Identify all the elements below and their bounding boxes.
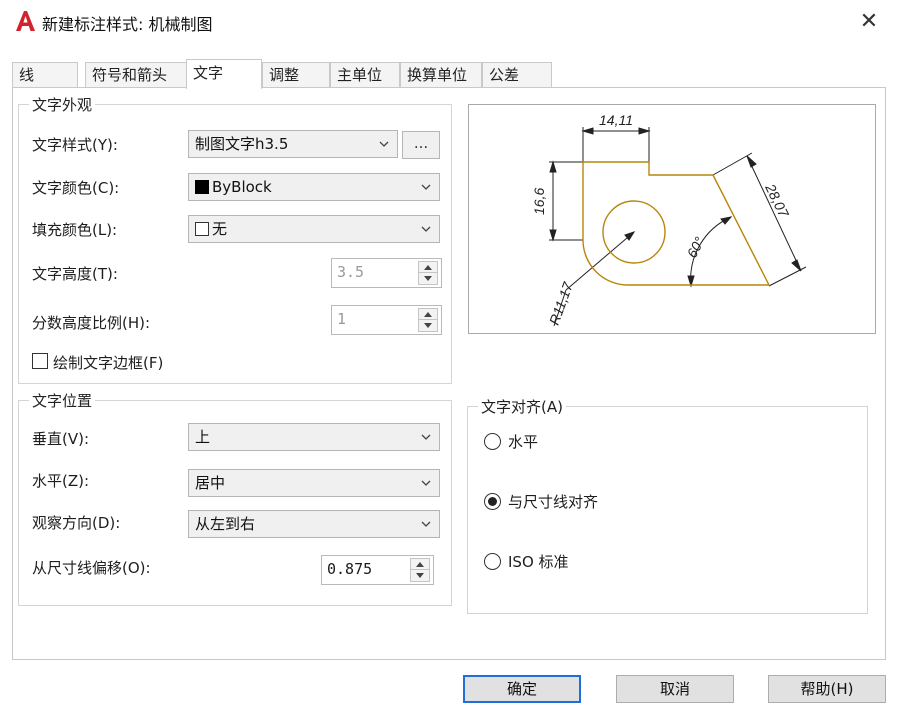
- spin-up-button[interactable]: [419, 309, 437, 320]
- offset-value[interactable]: 0.875: [327, 560, 372, 578]
- title-bar: 新建标注样式: 机械制图 ✕: [0, 0, 898, 44]
- spin-down-button[interactable]: [419, 273, 437, 284]
- autocad-logo-icon: [16, 11, 35, 31]
- tab-tolerances[interactable]: 公差: [482, 62, 552, 88]
- tab-lines[interactable]: 线: [12, 62, 78, 88]
- dim-right-label: 28,07: [762, 180, 793, 220]
- text-color-value: ByBlock: [212, 178, 272, 196]
- fill-color-select[interactable]: 无: [188, 215, 440, 243]
- tab-text[interactable]: 文字: [186, 59, 262, 89]
- align-iso-radio[interactable]: [484, 553, 501, 570]
- preview-drawing: 14,11 16,6 28,07 60° R11,17: [531, 112, 807, 327]
- close-button[interactable]: ✕: [854, 8, 884, 36]
- color-swatch-icon: [195, 180, 209, 194]
- chevron-down-icon: [421, 184, 431, 190]
- spin-down-button[interactable]: [419, 320, 437, 331]
- dim-radius-label: R11,17: [546, 279, 577, 327]
- chevron-down-icon: [421, 226, 431, 232]
- text-style-label: 文字样式(Y):: [32, 136, 118, 154]
- arrow-up-icon: [424, 265, 432, 270]
- arrow-down-icon: [424, 323, 432, 328]
- spinner-buttons: [410, 558, 430, 582]
- fill-color-value: 无: [212, 220, 228, 238]
- fraction-height-value: 1: [337, 310, 347, 328]
- vertical-value: 上: [195, 428, 211, 446]
- offset-label: 从尺寸线偏移(O):: [32, 559, 151, 577]
- fraction-height-spinner[interactable]: 1: [331, 305, 442, 335]
- draw-frame-label: 绘制文字边框(F): [53, 354, 164, 372]
- spinner-buttons: [418, 308, 438, 332]
- help-button[interactable]: 帮助(H): [768, 675, 886, 703]
- arrow-up-icon: [416, 562, 424, 567]
- arrow-down-icon: [416, 573, 424, 578]
- text-style-browse-button[interactable]: ...: [402, 131, 440, 159]
- view-direction-label: 观察方向(D):: [32, 514, 121, 532]
- tab-fit[interactable]: 调整: [262, 62, 330, 88]
- view-direction-select[interactable]: 从左到右: [188, 510, 440, 538]
- text-placement-title: 文字位置: [29, 390, 96, 411]
- vertical-label: 垂直(V):: [32, 430, 90, 448]
- tab-symbols-arrows[interactable]: 符号和箭头: [85, 62, 187, 88]
- spinner-buttons: [418, 261, 438, 285]
- fraction-height-label: 分数高度比例(H):: [32, 314, 151, 332]
- align-horizontal-label: 水平: [508, 433, 539, 451]
- dim-left-label: 16,6: [531, 188, 547, 215]
- align-dimline-label: 与尺寸线对齐: [508, 493, 599, 511]
- chevron-down-icon: [379, 141, 389, 147]
- chevron-down-icon: [421, 480, 431, 486]
- spin-down-button[interactable]: [411, 570, 429, 581]
- arrow-up-icon: [424, 312, 432, 317]
- align-dimline-radio[interactable]: [484, 493, 501, 510]
- horizontal-label: 水平(Z):: [32, 472, 90, 490]
- text-appearance-title: 文字外观: [29, 94, 96, 115]
- vertical-select[interactable]: 上: [188, 423, 440, 451]
- cancel-button[interactable]: 取消: [616, 675, 734, 703]
- text-style-value: 制图文字h3.5: [195, 135, 289, 153]
- spin-up-button[interactable]: [411, 559, 429, 570]
- draw-frame-checkbox[interactable]: [32, 353, 48, 369]
- dim-top-label: 14,11: [599, 112, 633, 128]
- color-swatch-icon: [195, 222, 209, 236]
- offset-spinner[interactable]: 0.875: [321, 555, 434, 585]
- text-height-label: 文字高度(T):: [32, 265, 118, 283]
- text-color-label: 文字颜色(C):: [32, 179, 120, 197]
- text-alignment-title: 文字对齐(A): [478, 396, 566, 417]
- window-title: 新建标注样式: 机械制图: [42, 15, 213, 34]
- text-style-select[interactable]: 制图文字h3.5: [188, 130, 398, 158]
- arrow-down-icon: [424, 276, 432, 281]
- text-height-spinner[interactable]: 3.5: [331, 258, 442, 288]
- align-horizontal-radio[interactable]: [484, 433, 501, 450]
- chevron-down-icon: [421, 521, 431, 527]
- dimension-preview: 14,11 16,6 28,07 60° R11,17: [468, 104, 876, 334]
- chevron-down-icon: [421, 434, 431, 440]
- align-iso-label: ISO 标准: [508, 553, 569, 571]
- horizontal-value: 居中: [195, 474, 226, 492]
- view-direction-value: 从左到右: [195, 515, 256, 533]
- fill-color-label: 填充颜色(L):: [32, 221, 118, 239]
- text-height-value: 3.5: [337, 263, 365, 281]
- horizontal-select[interactable]: 居中: [188, 469, 440, 497]
- spin-up-button[interactable]: [419, 262, 437, 273]
- text-color-select[interactable]: ByBlock: [188, 173, 440, 201]
- tab-alternate-units[interactable]: 换算单位: [400, 62, 482, 88]
- tab-primary-units[interactable]: 主单位: [330, 62, 400, 88]
- ok-button[interactable]: 确定: [463, 675, 581, 703]
